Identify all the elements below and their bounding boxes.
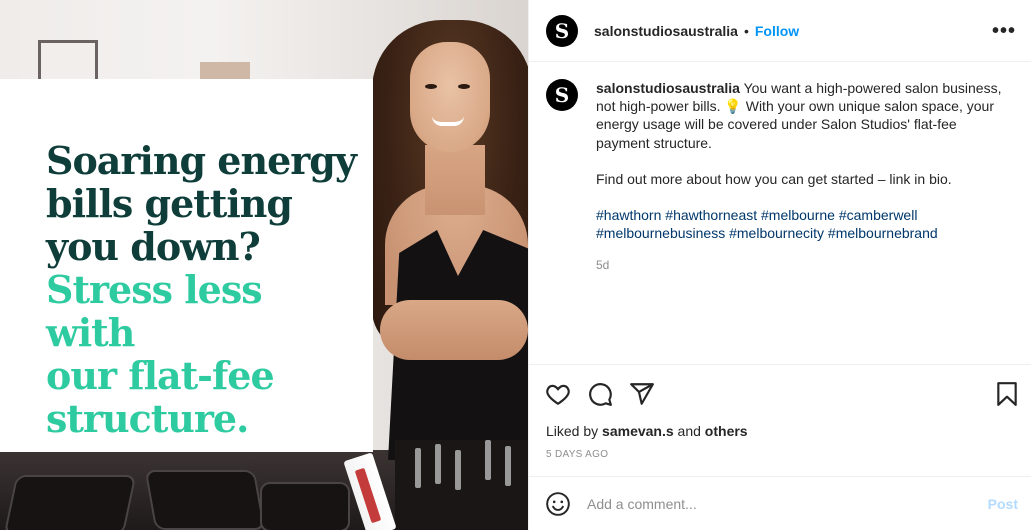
headline-line: Soaring energy: [46, 138, 357, 183]
hair-tool: [505, 446, 511, 486]
caption-paragraph: Find out more about how you can get star…: [596, 170, 952, 187]
hashtag-link[interactable]: #melbournebrand: [828, 225, 938, 241]
hashtag-link[interactable]: #hawthorn: [596, 207, 661, 223]
salon-chair: [260, 482, 350, 530]
salon-chair: [3, 475, 137, 530]
separator-dot: •: [743, 22, 749, 39]
comment-icon[interactable]: [587, 381, 613, 407]
share-icon[interactable]: [629, 381, 655, 407]
salon-chair: [144, 470, 266, 530]
wall-frame: [38, 40, 98, 80]
ad-headline: Soaring energy bills getting you down? S…: [46, 138, 357, 441]
more-horizontal-icon[interactable]: •••: [992, 20, 1016, 43]
liked-by-others-link[interactable]: others: [705, 423, 748, 439]
hashtag-link[interactable]: #camberwell: [839, 207, 918, 223]
woman-smile: [432, 116, 464, 126]
post-header: S salonstudiosaustralia • Follow •••: [529, 0, 1031, 62]
likes-summary: Liked by samevan.s and others: [546, 423, 748, 439]
caption-username-link[interactable]: salonstudiosaustralia: [596, 80, 740, 96]
hashtag-link[interactable]: #melbournebusiness: [596, 225, 725, 241]
woman-crossed-arms: [380, 300, 528, 360]
follow-button[interactable]: Follow: [755, 23, 799, 39]
hashtag-link[interactable]: #melbourne: [761, 207, 835, 223]
caption-block: S salonstudiosaustralia You want a high-…: [546, 79, 1016, 275]
hair-tool: [485, 440, 491, 480]
action-bar: Liked by samevan.s and others 5 DAYS AGO: [529, 364, 1031, 476]
comment-input[interactable]: [587, 495, 967, 512]
highlight-line: Stress less with: [46, 267, 263, 355]
hashtag-link[interactable]: #hawthorneast: [665, 207, 757, 223]
smiley-icon[interactable]: [545, 491, 571, 517]
woman-eye: [458, 84, 470, 89]
avatar-letter: S: [554, 18, 570, 43]
liked-by-and: and: [677, 423, 701, 439]
wall-shelf: [200, 62, 250, 80]
caption-age[interactable]: 5d: [596, 256, 1004, 274]
post-comment-button[interactable]: Post: [988, 496, 1018, 512]
comment-bar: Post: [529, 476, 1031, 530]
headline-line: you down?: [46, 224, 261, 269]
hashtag-link[interactable]: #melbournecity: [729, 225, 824, 241]
heart-icon[interactable]: [545, 381, 571, 407]
lightbulb-emoji: 💡: [724, 98, 742, 115]
hair-tool: [455, 450, 461, 490]
highlight-line: our flat-fee: [46, 353, 275, 398]
hashtag-list: #hawthorn #hawthorneast #melbourne #camb…: [596, 206, 1004, 242]
woman-eye: [425, 84, 437, 89]
woman-neck: [425, 145, 485, 215]
headline-line: bills getting: [46, 181, 293, 226]
post-image[interactable]: Soaring energy bills getting you down? S…: [0, 0, 528, 530]
avatar[interactable]: S: [546, 14, 578, 47]
profile-username-link[interactable]: salonstudiosaustralia: [594, 23, 738, 39]
post-timestamp[interactable]: 5 DAYS AGO: [546, 449, 608, 460]
highlight-line: structure.: [46, 396, 249, 441]
post-sidebar: S salonstudiosaustralia • Follow ••• S s…: [528, 0, 1031, 530]
caption-text: salonstudiosaustralia You want a high-po…: [596, 79, 1004, 275]
hair-tool: [435, 444, 441, 484]
liked-by-user-link[interactable]: samevan.s: [602, 423, 674, 439]
woman-face: [410, 42, 490, 152]
hair-tool: [415, 448, 421, 488]
tool-belt: [395, 440, 528, 530]
text-panel: Soaring energy bills getting you down? S…: [0, 79, 373, 452]
liked-by-prefix: Liked by: [546, 423, 599, 439]
caption-avatar[interactable]: S: [546, 79, 578, 111]
avatar-letter: S: [554, 83, 570, 107]
action-icons: [545, 381, 655, 407]
bookmark-icon[interactable]: [994, 381, 1020, 407]
